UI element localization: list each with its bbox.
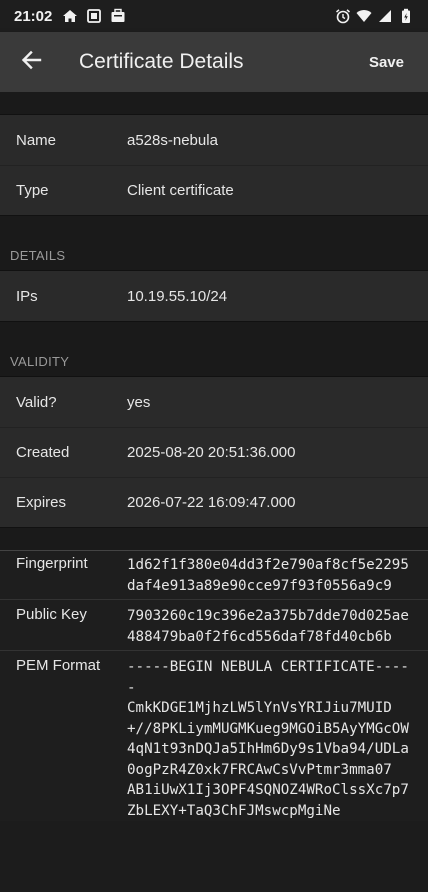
status-time: 21:02 <box>14 7 53 25</box>
spacer <box>0 92 428 114</box>
details-section-header: DETAILS <box>0 216 428 270</box>
wifi-icon <box>356 8 372 24</box>
certificate-details-list[interactable]: Name a528s-nebula Type Client certificat… <box>0 92 428 892</box>
alarm-icon <box>335 8 351 24</box>
public-key-value[interactable]: 7903260c19c396e2a375b7dde70d025ae488479b… <box>127 606 417 647</box>
page-title: Certificate Details <box>79 50 244 73</box>
valid-row: Valid? yes <box>0 377 428 427</box>
pem-row: PEM Format -----BEGIN NEBULA CERTIFICATE… <box>0 650 428 821</box>
expires-row: Expires 2026-07-22 16:09:47.000 <box>0 477 428 527</box>
app-bar: Certificate Details Save <box>0 32 428 92</box>
public-key-label: Public Key <box>16 606 87 623</box>
pem-label: PEM Format <box>16 657 101 674</box>
type-label: Type <box>16 182 49 199</box>
battery-icon <box>398 8 414 24</box>
created-value: 2025-08-20 20:51:36.000 <box>127 444 296 461</box>
ips-row: IPs 10.19.55.10/24 <box>0 271 428 321</box>
pem-value[interactable]: -----BEGIN NEBULA CERTIFICATE----- CmkKD… <box>127 657 417 821</box>
briefcase-icon <box>110 8 126 24</box>
valid-value: yes <box>127 393 151 411</box>
ips-label: IPs <box>16 287 38 305</box>
ips-value: 10.19.55.10/24 <box>127 287 228 305</box>
created-row: Created 2025-08-20 20:51:36.000 <box>0 427 428 477</box>
arrow-left-icon <box>20 49 42 76</box>
home-icon <box>62 8 78 24</box>
name-row: Name a528s-nebula <box>0 115 428 165</box>
details-group: IPs 10.19.55.10/24 <box>0 270 428 322</box>
type-value: Client certificate <box>127 182 234 199</box>
fingerprint-value[interactable]: 1d62f1f380e04dd3f2e790af8cf5e2295daf4e91… <box>127 555 417 596</box>
created-label: Created <box>16 444 70 461</box>
expires-label: Expires <box>16 494 67 511</box>
public-key-row: Public Key 7903260c19c396e2a375b7dde70d0… <box>0 599 428 647</box>
type-row: Type Client certificate <box>0 165 428 215</box>
validity-group: Valid? yes Created 2025-08-20 20:51:36.0… <box>0 376 428 528</box>
name-value: a528s-nebula <box>127 131 218 149</box>
valid-label: Valid? <box>16 393 57 411</box>
basic-info-group: Name a528s-nebula Type Client certificat… <box>0 114 428 216</box>
status-bar: 21:02 <box>0 0 428 32</box>
raw-certificate-group: Fingerprint 1d62f1f380e04dd3f2e790af8cf5… <box>0 550 428 821</box>
fingerprint-label: Fingerprint <box>16 555 88 572</box>
validity-section-header: VALIDITY <box>0 322 428 376</box>
name-label: Name <box>16 131 57 149</box>
back-button[interactable] <box>0 32 62 92</box>
tablet-icon <box>86 8 102 24</box>
signal-icon <box>377 8 393 24</box>
spacer <box>0 528 428 550</box>
expires-value: 2026-07-22 16:09:47.000 <box>127 494 296 511</box>
fingerprint-row: Fingerprint 1d62f1f380e04dd3f2e790af8cf5… <box>0 555 428 596</box>
save-button[interactable]: Save <box>369 54 404 71</box>
